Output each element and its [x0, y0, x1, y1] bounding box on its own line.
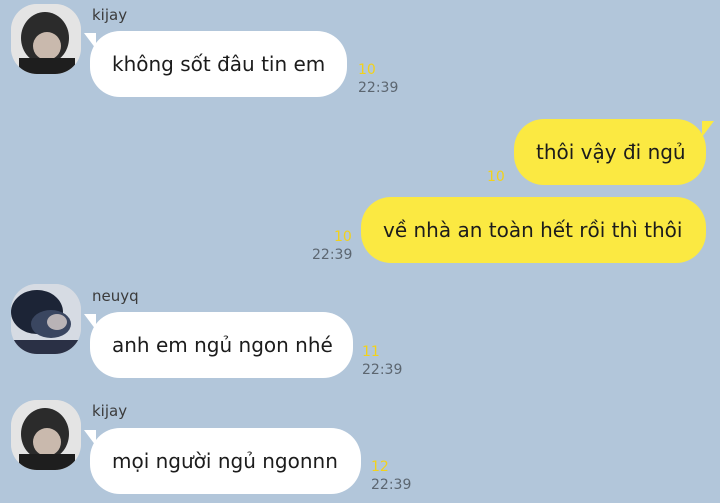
unread-count: 10 — [334, 229, 352, 245]
message-bubble[interactable]: mọi người ngủ ngonnn — [90, 428, 361, 494]
message-time: 22:39 — [312, 247, 353, 263]
unread-count: 11 — [362, 344, 380, 360]
message-bubble[interactable]: về nhà an toàn hết rồi thì thôi — [361, 197, 706, 263]
sender-name: kijay — [92, 6, 128, 24]
avatar-kijay[interactable] — [11, 4, 81, 74]
message-time: 22:39 — [371, 477, 412, 493]
avatar-neuyq[interactable] — [11, 284, 81, 354]
avatar-kijay[interactable] — [11, 400, 81, 470]
avatar-icon — [11, 400, 81, 470]
avatar-icon — [11, 4, 81, 74]
message-bubble[interactable]: không sốt đâu tin em — [90, 31, 347, 97]
avatar-icon — [11, 284, 81, 354]
unread-count: 12 — [371, 459, 389, 475]
sender-name: neuyq — [92, 287, 139, 305]
unread-count: 10 — [358, 62, 376, 78]
message-time: 22:39 — [358, 80, 399, 96]
unread-count: 10 — [487, 169, 505, 185]
message-bubble[interactable]: thôi vậy đi ngủ — [514, 119, 706, 185]
chat-message-list: kijay không sốt đâu tin em 10 22:39 thôi… — [0, 0, 720, 503]
message-bubble[interactable]: anh em ngủ ngon nhé — [90, 312, 353, 378]
message-time: 22:39 — [362, 362, 403, 378]
sender-name: kijay — [92, 402, 128, 420]
bubble-tail — [702, 121, 714, 137]
